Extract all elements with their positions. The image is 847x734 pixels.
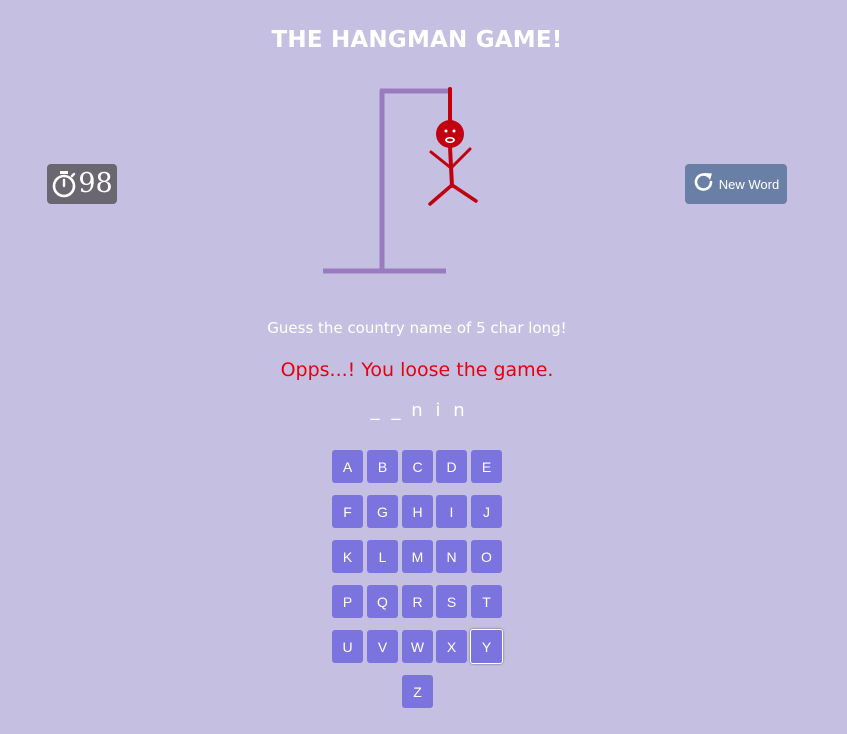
key-o[interactable]: O xyxy=(471,540,502,573)
key-q[interactable]: Q xyxy=(367,585,398,618)
key-v[interactable]: V xyxy=(367,630,398,663)
key-t[interactable]: T xyxy=(471,585,502,618)
gallows-frame xyxy=(323,88,450,274)
key-g[interactable]: G xyxy=(367,495,398,528)
key-z[interactable]: Z xyxy=(402,675,433,708)
refresh-icon xyxy=(693,171,715,198)
key-w[interactable]: W xyxy=(402,630,433,663)
new-word-button[interactable]: New Word xyxy=(685,164,787,204)
key-f[interactable]: F xyxy=(332,495,363,528)
hangman-page: THE HANGMAN GAME! 98 New Word Guess the … xyxy=(0,0,847,734)
key-k[interactable]: K xyxy=(332,540,363,573)
new-word-label: New Word xyxy=(718,176,780,192)
hint-text: Guess the country name of 5 char long! xyxy=(267,319,567,337)
key-i[interactable]: I xyxy=(436,495,467,528)
key-c[interactable]: C xyxy=(402,450,433,483)
letter-slot: i xyxy=(435,400,441,421)
key-b[interactable]: B xyxy=(367,450,398,483)
key-j[interactable]: J xyxy=(471,495,502,528)
key-a[interactable]: A xyxy=(332,450,363,483)
key-e[interactable]: E xyxy=(471,450,502,483)
letter-slot: _ xyxy=(370,400,380,421)
key-s[interactable]: S xyxy=(436,585,467,618)
key-m[interactable]: M xyxy=(402,540,433,573)
key-h[interactable]: H xyxy=(402,495,433,528)
key-y[interactable]: Y xyxy=(470,629,503,664)
key-n[interactable]: N xyxy=(436,540,467,573)
word-display: _ _ n i n xyxy=(367,400,467,421)
key-l[interactable]: L xyxy=(367,540,398,573)
key-d[interactable]: D xyxy=(436,450,467,483)
hangman-figure xyxy=(428,87,478,206)
timer-value: 98 xyxy=(78,168,113,199)
letter-slot: n xyxy=(453,400,465,421)
key-x[interactable]: X xyxy=(436,630,467,663)
status-message: Opps...! You loose the game. xyxy=(280,359,554,381)
letter-slot: _ xyxy=(391,400,401,421)
key-p[interactable]: P xyxy=(332,585,363,618)
stopwatch-icon xyxy=(51,170,77,198)
key-u[interactable]: U xyxy=(332,630,363,663)
timer-badge: 98 xyxy=(47,164,117,204)
key-r[interactable]: R xyxy=(402,585,433,618)
page-title: THE HANGMAN GAME! xyxy=(271,27,563,53)
hangman-drawing xyxy=(323,87,478,274)
letter-slot: n xyxy=(411,400,423,421)
